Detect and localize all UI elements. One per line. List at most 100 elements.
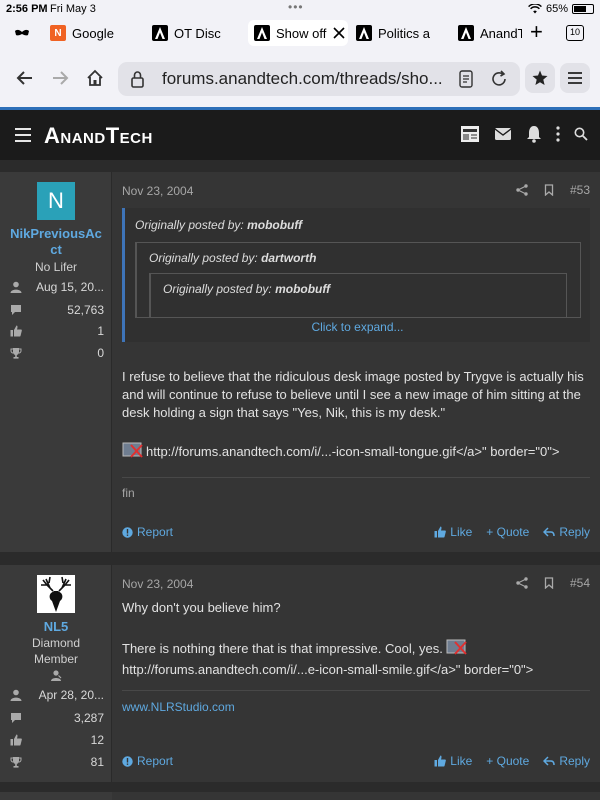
reload-icon[interactable] <box>490 70 508 88</box>
quote-block: Originally posted by: mobobuff Originall… <box>122 208 590 342</box>
like-button[interactable]: Like <box>434 754 472 768</box>
home-button[interactable] <box>80 63 110 93</box>
stat-points: 0 <box>10 346 104 360</box>
reader-view-icon[interactable] <box>458 70 474 88</box>
tab-bar: N Google OT Disc Show off Politics a Ana… <box>0 18 600 48</box>
back-button[interactable] <box>10 63 40 93</box>
quote-author: mobobuff <box>275 282 331 296</box>
user-icon <box>10 689 22 701</box>
mail-icon[interactable] <box>494 127 512 141</box>
bookmark-icon[interactable] <box>544 184 554 196</box>
arrow-right-icon <box>53 71 69 85</box>
quote-prefix: Originally posted by: <box>163 282 276 296</box>
quote-header[interactable]: Originally posted by: dartworth <box>149 251 316 265</box>
nested-quote: Originally posted by: mobobuff <box>149 273 567 317</box>
logo-text: AnandTech <box>44 123 153 148</box>
post-number[interactable]: #54 <box>570 576 590 590</box>
trophy-icon <box>10 348 22 359</box>
bookmark-icon[interactable] <box>544 577 554 589</box>
site-menu-button[interactable] <box>15 128 31 146</box>
home-icon <box>87 69 103 86</box>
anandtech-favicon-icon <box>458 25 474 41</box>
like-button[interactable]: Like <box>434 525 472 539</box>
reaction-score: 1 <box>97 324 104 338</box>
anandtech-favicon-icon <box>356 25 372 41</box>
more-vertical-icon[interactable] <box>556 126 560 142</box>
tab-private[interactable] <box>14 20 30 46</box>
browser-menu-button[interactable] <box>560 63 590 93</box>
click-to-expand-link[interactable]: Click to expand... <box>125 320 590 334</box>
report-button[interactable]: Report <box>122 525 173 539</box>
username-link[interactable]: NL5 <box>0 619 112 635</box>
username-link[interactable]: NikPreviousAc ct <box>0 226 112 258</box>
bell-icon[interactable] <box>526 125 542 143</box>
site-logo[interactable]: AnandTech <box>44 123 153 149</box>
quote-author: dartworth <box>261 251 317 265</box>
quote-button[interactable]: + Quote <box>486 754 529 768</box>
share-icon[interactable] <box>516 184 528 196</box>
google-favicon-icon: N <box>50 25 66 41</box>
share-icon[interactable] <box>516 577 528 589</box>
quote-prefix: Originally posted by: <box>149 251 262 265</box>
mask-icon <box>15 29 29 36</box>
tab-ot-disc[interactable]: OT Disc <box>152 20 232 46</box>
report-label: Report <box>137 525 174 539</box>
post-content: Nov 23, 2004 #54 Why don't you believe h… <box>112 565 600 782</box>
like-label: Like <box>450 525 473 539</box>
stat-joined: Apr 28, 20... <box>10 688 104 702</box>
star-icon <box>532 70 548 85</box>
post-actions: #54 <box>516 576 590 590</box>
tab-anandtech[interactable]: AnandT <box>458 20 522 46</box>
post-54: NL5 Diamond Member Apr 28, 20... 3,287 1… <box>0 565 600 782</box>
tab-google[interactable]: N Google <box>50 20 114 46</box>
trophy-points: 0 <box>97 346 104 360</box>
tab-show-off[interactable]: Show off <box>248 20 348 46</box>
post-date[interactable]: Nov 23, 2004 <box>122 577 193 591</box>
status-date: Fri May 3 <box>50 3 96 15</box>
arrow-left-icon <box>16 71 32 85</box>
newspaper-icon[interactable] <box>460 125 480 143</box>
quote-button[interactable]: + Quote <box>486 525 529 539</box>
info-icon <box>122 526 133 538</box>
trophy-points: 81 <box>90 755 104 769</box>
multitask-dots[interactable]: ••• <box>288 0 304 14</box>
stat-joined: Aug 15, 20... <box>10 280 104 294</box>
signature-link[interactable]: www.NLRStudio.com <box>122 700 235 714</box>
close-tab-icon[interactable] <box>332 26 346 40</box>
forward-button[interactable] <box>45 63 75 93</box>
menu-icon <box>568 72 582 84</box>
quote-header[interactable]: Originally posted by: mobobuff <box>163 282 330 296</box>
tab-politics[interactable]: Politics a <box>356 20 446 46</box>
avatar[interactable]: N <box>37 182 75 220</box>
username-line: ct <box>50 242 62 257</box>
reply-label: Reply <box>559 754 590 768</box>
stat-reactions: 12 <box>10 733 104 747</box>
image-alt-text: http://forums.anandtech.com/i/...e-icon-… <box>122 662 534 677</box>
reply-button[interactable]: Reply <box>543 754 590 768</box>
bookmarks-button[interactable] <box>525 63 555 93</box>
next-post-edge <box>0 792 600 800</box>
reply-button[interactable]: Reply <box>543 525 590 539</box>
post-footer: Report Like + Quote Reply <box>122 754 590 768</box>
search-icon[interactable] <box>574 127 588 141</box>
quote-header[interactable]: Originally posted by: mobobuff <box>135 218 302 232</box>
signature: fin <box>122 486 135 500</box>
message-count: 52,763 <box>67 303 104 317</box>
elk-avatar-icon[interactable] <box>37 575 75 613</box>
status-time: 2:56 PM <box>6 3 48 15</box>
post-date[interactable]: Nov 23, 2004 <box>122 184 193 198</box>
address-bar[interactable]: forums.anandtech.com/threads/sho... <box>118 62 520 96</box>
thumbs-up-icon <box>434 755 447 767</box>
tab-count-button[interactable]: 10 <box>566 25 584 41</box>
user-title: No Lifer <box>34 260 78 274</box>
report-button[interactable]: Report <box>122 754 173 768</box>
quote-author: mobobuff <box>247 218 303 232</box>
anandtech-favicon-icon <box>254 25 270 41</box>
new-tab-button[interactable]: + <box>530 20 543 44</box>
username-line: NikPreviousAc <box>10 226 102 241</box>
header-icons <box>460 125 588 143</box>
post-number[interactable]: #53 <box>570 183 590 197</box>
stat-messages: 3,287 <box>10 711 104 725</box>
reply-arrow-icon <box>543 756 556 766</box>
info-icon <box>122 755 133 767</box>
